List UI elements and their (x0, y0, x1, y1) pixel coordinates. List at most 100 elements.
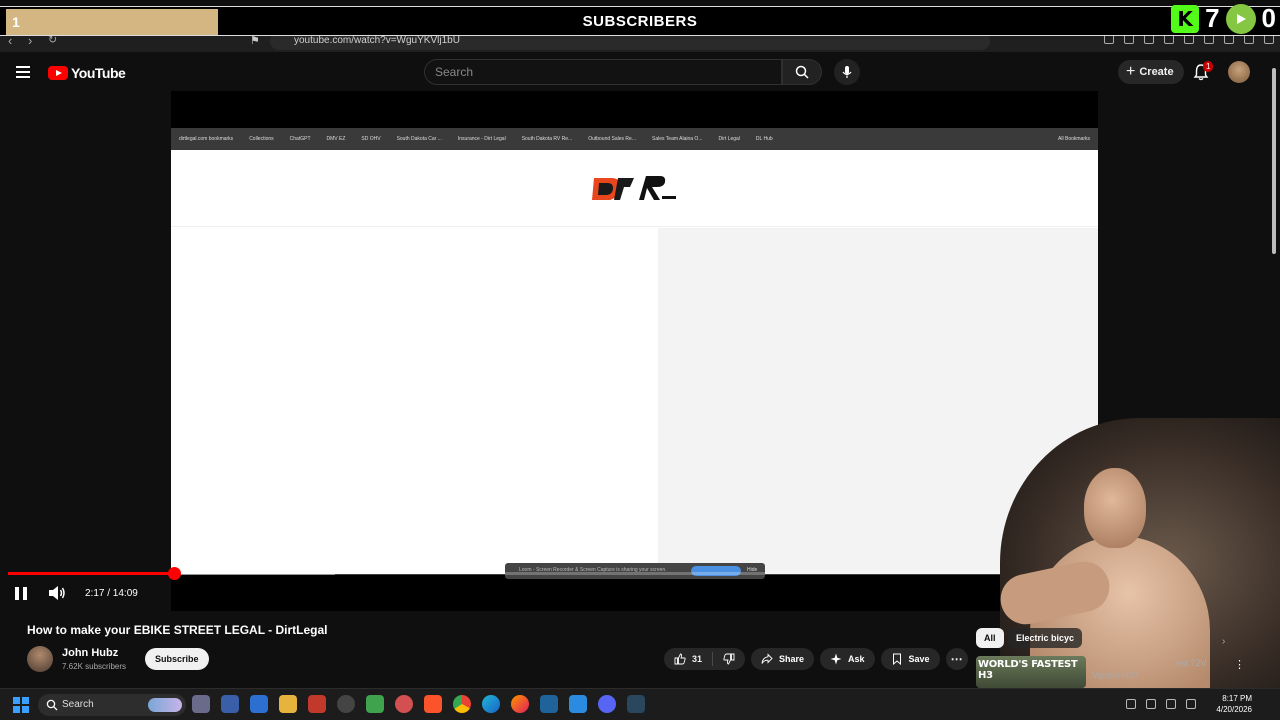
youtube-masthead: YouTube + Create 1 (0, 52, 1280, 92)
create-button[interactable]: + Create (1118, 60, 1184, 84)
account-avatar[interactable] (1228, 61, 1250, 83)
thumbs-up-icon (674, 653, 686, 665)
save-button[interactable]: Save (880, 648, 940, 670)
firefox-icon[interactable] (511, 695, 529, 713)
channel-avatar[interactable] (27, 646, 53, 672)
time-display: 2:17 / 14:09 (85, 588, 138, 599)
chip-all[interactable]: All (976, 628, 1004, 648)
system-clock[interactable]: 8:17 PM 4/20/2026 (1216, 693, 1252, 715)
taskbar-app-icon[interactable] (395, 695, 413, 713)
kick-count: 7 (1205, 3, 1220, 33)
microphone-icon (842, 66, 852, 78)
taskbar-search[interactable]: Search (38, 694, 186, 716)
more-actions-icon[interactable]: ⋯ (945, 648, 968, 670)
share-label: Share (779, 654, 805, 664)
dislike-button[interactable] (713, 648, 745, 670)
volume-icon[interactable] (48, 585, 66, 601)
recommendation-menu-icon[interactable]: ⋮ (1234, 658, 1245, 671)
taskbar-app-icon[interactable] (308, 695, 326, 713)
recommended-video-title-fragment[interactable]: est 72V (1176, 658, 1207, 668)
subscribe-button[interactable]: Subscribe (145, 648, 209, 670)
video-actions: 31 Share Ask Save ⋯ (664, 648, 968, 670)
system-tray (1126, 699, 1196, 709)
url-text: youtube.com/watch?v=WguYKVlj1bU (294, 35, 460, 46)
windows-start-icon[interactable] (13, 697, 29, 713)
recorded-bookmark-item: DMV EZ (326, 136, 346, 142)
recorded-bookmark-item: DL Hub (755, 136, 773, 142)
subscriber-count: 7.62K subscribers (62, 662, 127, 671)
taskbar-app-icon[interactable] (337, 695, 355, 713)
overlay-counters: K 7 0 (1171, 3, 1276, 34)
share-icon (761, 653, 773, 664)
recorded-bookmark-item: Dirt Legal (718, 136, 740, 142)
recorded-bookmark-item: Outbound Sales Re... (588, 136, 636, 142)
taskbar-app-icon[interactable] (221, 695, 239, 713)
youtube-play-icon (48, 66, 68, 80)
recorded-bookmark-item: South Dakota Car ... (396, 136, 442, 142)
search-input[interactable] (425, 60, 781, 84)
stream-overlay-bar: 1 SUBSCRIBERS K 7 0 (0, 3, 1280, 36)
edge-icon[interactable] (482, 695, 500, 713)
recorded-header-divider (171, 226, 1098, 227)
search-box[interactable] (424, 59, 782, 85)
hamburger-menu-icon[interactable] (16, 66, 30, 78)
sparkle-icon (830, 653, 842, 665)
webcam-person-head (1084, 468, 1146, 548)
rumble-count: 0 (1261, 3, 1276, 33)
recorded-bookmark-item: South Dakota RV Re... (521, 136, 573, 142)
recorded-bookmark-item: ChatGPT (289, 136, 311, 142)
pause-icon[interactable] (15, 587, 27, 600)
progress-scrubber[interactable] (167, 567, 181, 580)
recorded-bookmark-item: Sales Team Alaina O... (652, 136, 703, 142)
search-button[interactable] (782, 59, 822, 85)
like-count: 31 (692, 654, 703, 664)
microphone-tray-icon[interactable] (1146, 699, 1156, 709)
ask-label: Ask (848, 654, 865, 664)
chrome-icon[interactable] (453, 695, 471, 713)
chevron-right-icon[interactable]: › (1222, 636, 1225, 647)
tray-chevron-icon[interactable] (1126, 699, 1136, 709)
screen-share-banner: Loom - Screen Recorder & Screen Capture … (505, 563, 765, 579)
taskbar-app-icon[interactable] (366, 695, 384, 713)
overlay-title: SUBSCRIBERS (582, 13, 698, 30)
share-button[interactable]: Share (751, 648, 815, 670)
thumbs-down-icon (723, 653, 735, 665)
taskbar-app-icon[interactable] (540, 695, 558, 713)
recorded-bookmark-item: Insurance - Dirt Legal (457, 136, 506, 142)
vscode-icon[interactable] (569, 695, 587, 713)
like-dislike-group: 31 (664, 648, 746, 670)
save-label: Save (908, 654, 930, 664)
kick-icon: K (1171, 4, 1200, 33)
taskbar-app-icon[interactable] (250, 695, 268, 713)
plus-icon: + (1126, 63, 1136, 80)
youtube-logo[interactable]: YouTube (48, 65, 126, 81)
search-icon (795, 65, 809, 79)
speaker-icon[interactable] (1186, 699, 1196, 709)
steam-icon[interactable] (627, 695, 645, 713)
channel-name[interactable]: John Hubz (62, 647, 118, 659)
recorded-browser-bookmarks-bar: dirtlegal.com bookmarks Collections ChatGP… (171, 128, 1098, 150)
discord-icon[interactable] (598, 695, 616, 713)
video-title: How to make your EBIKE STREET LEGAL - Di… (27, 623, 328, 637)
voice-search-button[interactable] (834, 59, 860, 85)
taskbar-apps (192, 695, 645, 713)
windows-taskbar: Search 8:17 PM 4/20/2026 (0, 688, 1280, 720)
file-explorer-icon[interactable] (279, 695, 297, 713)
taskbar-search-label: Search (62, 699, 94, 710)
brave-browser-icon[interactable] (424, 695, 442, 713)
search-icon (46, 699, 58, 711)
create-label: Create (1139, 66, 1174, 78)
network-icon[interactable] (1166, 699, 1176, 709)
like-button[interactable]: 31 (664, 648, 712, 670)
rumble-icon (1225, 3, 1256, 34)
recommended-video-thumbnail[interactable]: WORLD'S FASTEST H3 (976, 656, 1086, 688)
chip-electric-bicycle[interactable]: Electric bicyc (1008, 628, 1083, 648)
recorded-bookmark-item: SD OHV (361, 136, 381, 142)
ask-button[interactable]: Ask (820, 648, 875, 670)
dirtlegal-logo (592, 176, 676, 200)
screen: 1 SUBSCRIBERS K 7 0 ‹ › ↻ ⚑ youtube.com/… (0, 0, 1280, 720)
youtube-logo-text: YouTube (71, 65, 126, 81)
page-scrollbar-thumb[interactable] (1272, 68, 1276, 254)
recommended-video-title[interactable]: Vipcoo H3? (1092, 670, 1138, 680)
taskbar-app-icon[interactable] (192, 695, 210, 713)
